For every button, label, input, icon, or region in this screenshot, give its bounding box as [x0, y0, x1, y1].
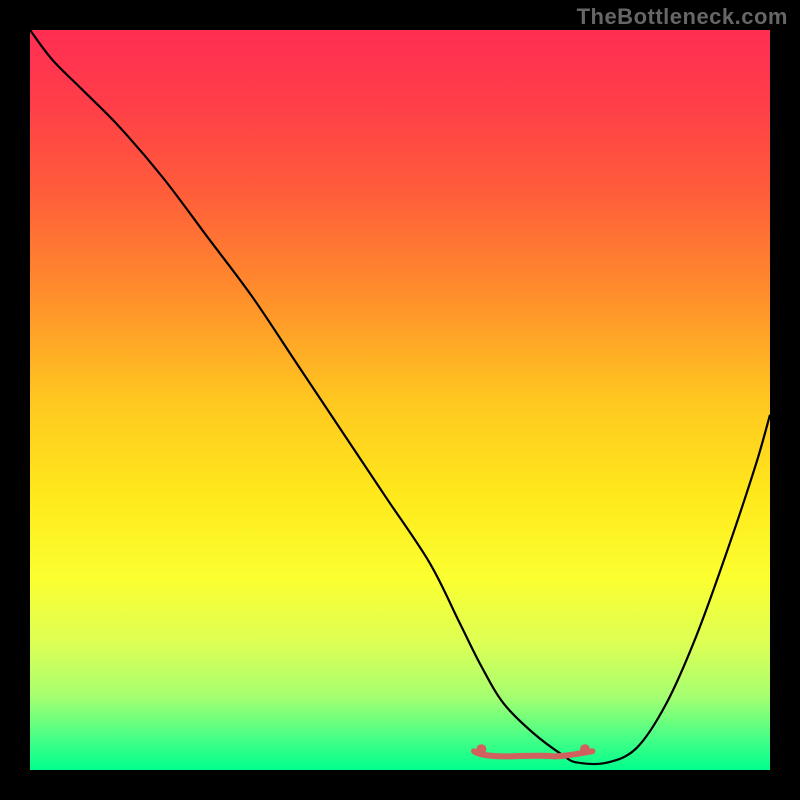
optimal-zone-start-dot	[476, 744, 486, 754]
plot-area	[30, 30, 770, 770]
optimal-zone-end-dot	[580, 744, 590, 754]
chart-frame: TheBottleneck.com	[0, 0, 800, 800]
chart-svg	[30, 30, 770, 770]
attribution-text: TheBottleneck.com	[577, 4, 788, 30]
gradient-background	[30, 30, 770, 770]
